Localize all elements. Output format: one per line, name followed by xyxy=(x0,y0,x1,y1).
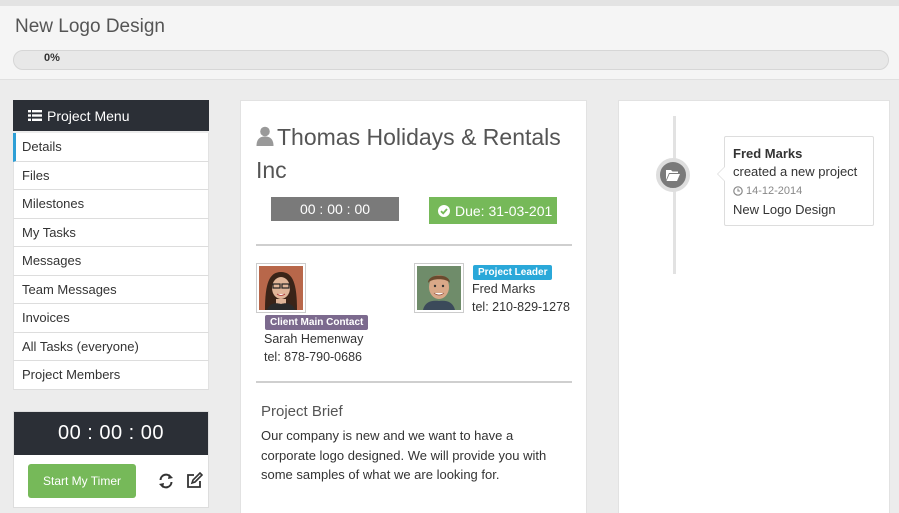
project-leader-name: Fred Marks xyxy=(472,282,536,296)
project-leader-avatar xyxy=(414,263,464,313)
client-contact-tel: tel: 878-790-0686 xyxy=(264,350,362,364)
client-contact-info: Sarah Hemenway tel: 878-790-0686 xyxy=(264,330,363,366)
project-leader-info: Fred Marks tel: 210-829-1278 xyxy=(472,280,570,316)
menu-item-label: Milestones xyxy=(22,196,85,212)
client-contact-name: Sarah Hemenway xyxy=(264,332,364,346)
timeline-line xyxy=(673,116,676,274)
project-timer: 00 : 00 : 00 xyxy=(271,197,399,221)
menu-item-label: Files xyxy=(22,167,50,183)
menu-item-my-tasks[interactable]: My Tasks xyxy=(13,218,209,247)
menu-item-details[interactable]: Details xyxy=(13,133,209,162)
timeline-event-user: Fred Marks xyxy=(733,146,803,161)
menu-item-project-members[interactable]: Project Members xyxy=(13,361,209,390)
start-timer-button[interactable]: Start My Timer xyxy=(28,464,136,498)
due-date-badge: Due: 31-03-201 xyxy=(429,197,557,224)
menu-item-label: Project Members xyxy=(22,367,121,383)
menu-item-label: Messages xyxy=(22,253,82,269)
project-menu-header: Project Menu xyxy=(13,100,209,131)
project-progress-bar: 0% xyxy=(13,50,889,70)
project-menu: Details Files Milestones My Tasks Messag… xyxy=(13,133,209,390)
progress-label: 0% xyxy=(44,52,60,64)
menu-item-milestones[interactable]: Milestones xyxy=(13,190,209,219)
menu-item-label: Team Messages xyxy=(22,281,117,297)
client-contact-badge: Client Main Contact xyxy=(265,315,369,330)
user-icon xyxy=(256,126,274,146)
timeline-event-card: Fred Marks created a new project 14-12-2… xyxy=(717,136,874,226)
project-details-panel: Thomas Holidays & Rentals Inc 00 : 00 : … xyxy=(240,100,587,513)
check-circle-icon xyxy=(438,204,450,217)
timeline-node xyxy=(656,158,690,192)
my-timer-display: 00 : 00 : 00 xyxy=(14,412,208,455)
timeline-event-date: 14-12-2014 xyxy=(733,182,865,200)
menu-item-team-messages[interactable]: Team Messages xyxy=(13,275,209,304)
divider xyxy=(256,381,572,383)
menu-item-all-tasks[interactable]: All Tasks (everyone) xyxy=(13,332,209,361)
project-leader-badge: Project Leader xyxy=(473,265,553,280)
menu-item-label: Details xyxy=(22,139,62,155)
menu-item-invoices[interactable]: Invoices xyxy=(13,304,209,333)
my-timer-panel: 00 : 00 : 00 Start My Timer xyxy=(13,411,209,508)
menu-item-messages[interactable]: Messages xyxy=(13,247,209,276)
activity-timeline-panel: Fred Marks created a new project 14-12-2… xyxy=(618,100,890,513)
timeline-event-action: created a new project xyxy=(733,164,858,179)
due-date-text: Due: 31-03-201 xyxy=(455,202,553,219)
client-title: Thomas Holidays & Rentals Inc xyxy=(256,121,576,187)
page-title: New Logo Design xyxy=(15,16,165,37)
menu-item-label: Invoices xyxy=(22,310,70,326)
timeline-event-project: New Logo Design xyxy=(733,202,836,217)
divider xyxy=(256,244,572,246)
project-brief-title: Project Brief xyxy=(261,403,343,420)
project-brief-text: Our company is new and we want to have a… xyxy=(261,428,547,482)
project-leader-tel: tel: 210-829-1278 xyxy=(472,300,570,314)
folder-open-icon xyxy=(666,170,680,181)
timeline-event-date-text: 14-12-2014 xyxy=(746,185,803,197)
client-name: Thomas Holidays & Rentals Inc xyxy=(256,124,561,183)
list-icon xyxy=(28,110,42,121)
menu-item-label: All Tasks (everyone) xyxy=(22,338,139,354)
client-contact-avatar xyxy=(256,263,306,313)
menu-item-files[interactable]: Files xyxy=(13,161,209,190)
page-header: New Logo Design 0% xyxy=(0,0,899,80)
clock-icon xyxy=(733,186,743,196)
refresh-icon[interactable] xyxy=(157,472,175,490)
edit-icon[interactable] xyxy=(185,472,203,490)
menu-item-label: My Tasks xyxy=(22,224,76,240)
project-menu-title: Project Menu xyxy=(47,107,130,124)
